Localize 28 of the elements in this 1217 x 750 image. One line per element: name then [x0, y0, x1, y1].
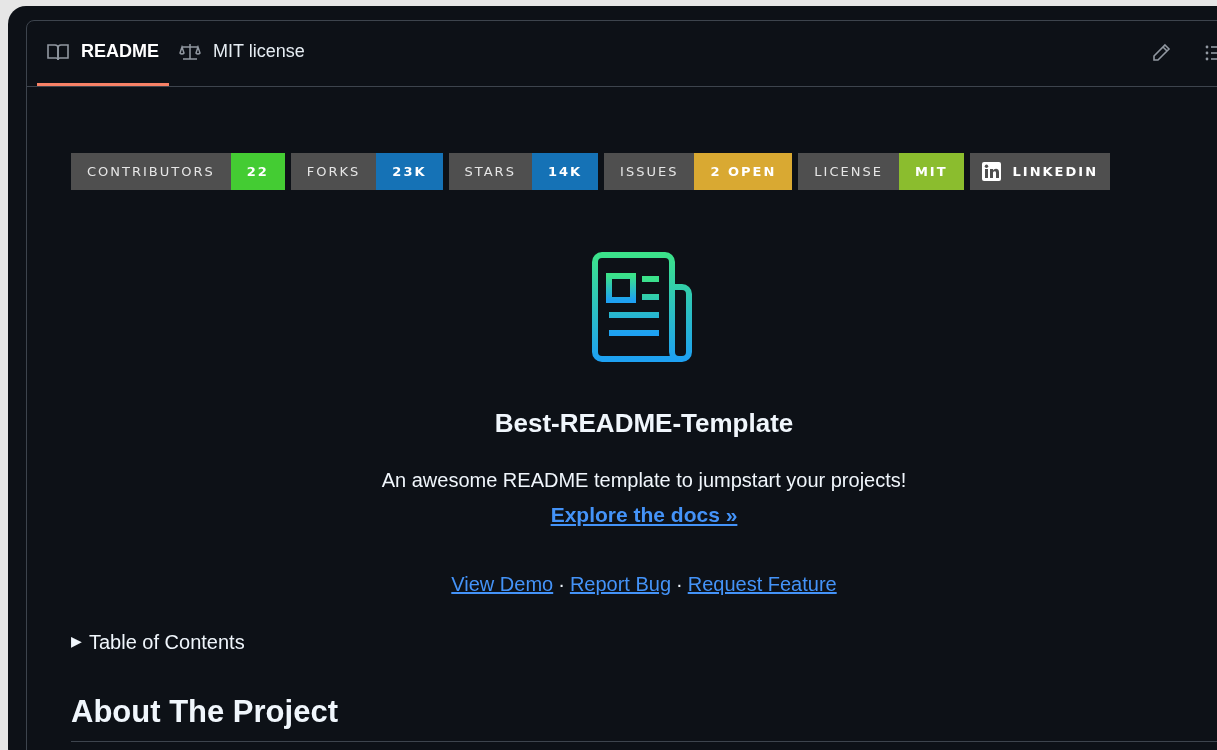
expand-marker: ▶	[71, 632, 82, 651]
link[interactable]: Report Bug	[569, 568, 672, 599]
link[interactable]: Request Feature	[687, 568, 837, 599]
badge-value: MIT	[898, 153, 964, 190]
badge-value: 14K	[531, 153, 599, 190]
badge-label: ISSUES	[604, 153, 695, 190]
separator: ·	[558, 571, 565, 597]
badge-label: LICENSE	[798, 153, 899, 190]
tagline: An awesome README template to jumpstart your projects!	[381, 468, 907, 493]
badge-value: 2 OPEN	[694, 153, 793, 190]
scale-icon	[179, 42, 201, 61]
linkedin-badge[interactable]: LINKEDIN	[969, 153, 1110, 190]
project-title: Best-README-Template	[494, 407, 794, 440]
badge-label: FORKS	[290, 153, 377, 190]
section-heading: About The Project	[71, 693, 338, 729]
tab[interactable]: MIT license	[169, 20, 315, 86]
badge-value: 23K	[376, 153, 443, 190]
badge-label: CONTRIBUTORS	[71, 153, 231, 190]
book-icon	[47, 42, 69, 61]
badge-label: STARS	[448, 153, 532, 190]
tab[interactable]: README	[37, 20, 169, 86]
linkedin-logo-icon	[981, 162, 1001, 181]
docs-link[interactable]: Explore the docs »	[550, 499, 738, 531]
separator: ·	[676, 571, 683, 597]
link[interactable]: View Demo	[451, 568, 554, 599]
toc-summary[interactable]: ▶ Table of Contents	[71, 626, 1217, 657]
badge-value: 22	[230, 153, 285, 190]
pencil-icon[interactable]	[1151, 43, 1171, 63]
